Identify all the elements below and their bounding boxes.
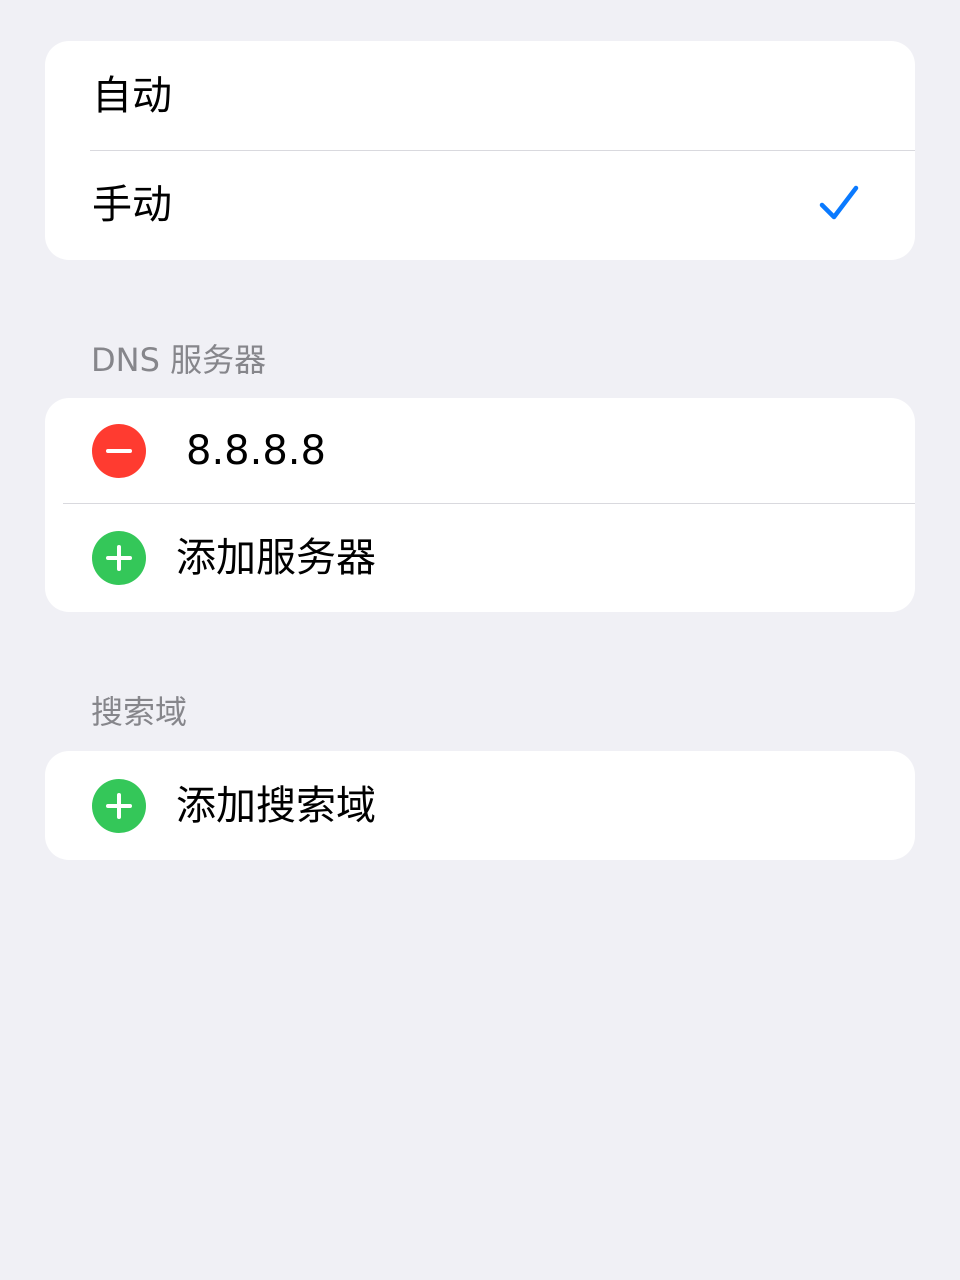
mode-option-auto-label: 自动: [92, 72, 172, 119]
dns-mode-card: 自动 手动: [45, 41, 915, 260]
plus-circle-icon[interactable]: [92, 778, 146, 833]
search-domains-header: 搜索域: [91, 693, 188, 731]
dns-servers-card: 8.8.8.8 添加服务器: [45, 398, 915, 612]
minus-circle-icon[interactable]: [92, 423, 146, 478]
mode-option-auto[interactable]: 自动: [45, 41, 915, 150]
checkmark-icon: [819, 185, 859, 219]
mode-option-manual[interactable]: 手动: [45, 150, 915, 259]
dns-server-value[interactable]: 8.8.8.8: [186, 431, 326, 471]
add-search-domain-button[interactable]: 添加搜索域: [45, 751, 915, 860]
plus-circle-icon[interactable]: [92, 530, 146, 585]
dns-servers-header: DNS 服务器: [91, 341, 267, 379]
add-server-button[interactable]: 添加服务器: [45, 503, 915, 612]
dns-server-row[interactable]: 8.8.8.8: [45, 398, 915, 503]
add-search-domain-label: 添加搜索域: [176, 782, 376, 829]
add-server-label: 添加服务器: [176, 534, 376, 581]
mode-option-manual-label: 手动: [92, 181, 172, 228]
search-domains-card: 添加搜索域: [45, 751, 915, 860]
